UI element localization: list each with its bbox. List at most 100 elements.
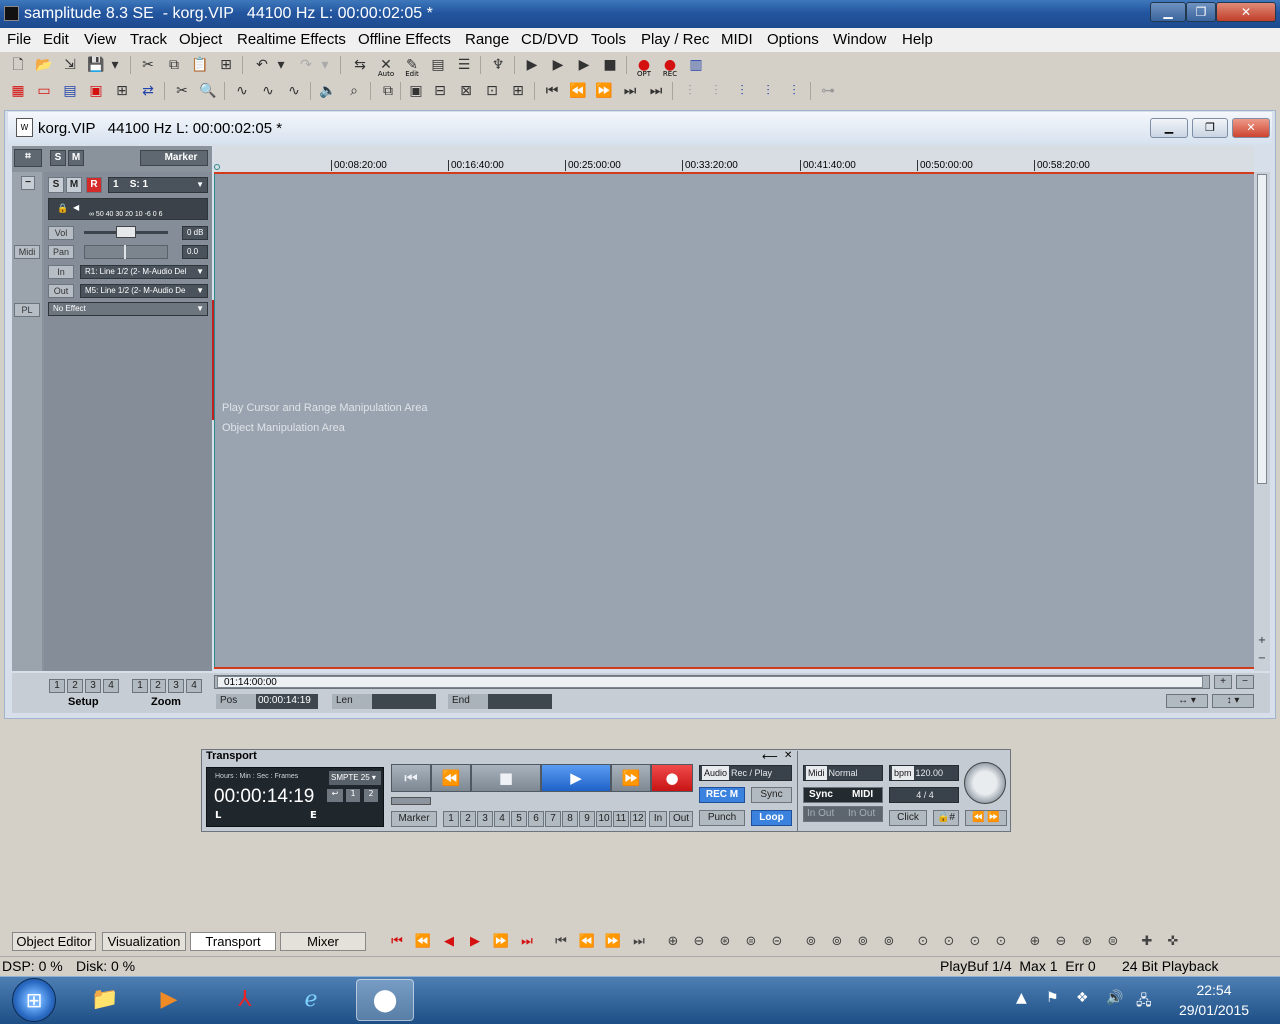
crossfade-icon[interactable]: ⧉ <box>378 81 398 101</box>
track-solo-button[interactable]: S <box>48 177 64 193</box>
loop-button[interactable]: Loop <box>751 810 792 826</box>
track-record-button[interactable]: R <box>86 177 102 193</box>
prev-marker-icon[interactable]: ⏪ <box>568 81 588 101</box>
save-dropdown-icon[interactable]: ▾ <box>108 55 122 75</box>
scroll-back-icon[interactable]: ⏪ <box>576 932 598 952</box>
play-from-start-icon[interactable]: ▶ <box>522 55 542 75</box>
marker-12-button[interactable]: 12 <box>630 811 646 827</box>
zoom-button[interactable]: 2 <box>150 679 166 693</box>
menu-midi[interactable]: MIDI <box>721 31 753 48</box>
track-icon[interactable]: ⊞ <box>112 81 132 101</box>
grid-icon[interactable]: ⌗ <box>14 149 42 167</box>
explorer-icon[interactable]: 📁 <box>76 979 134 1021</box>
tray-expand-icon[interactable]: ▲ <box>1016 990 1027 1006</box>
volume-icon[interactable]: 🔊 <box>1106 990 1123 1006</box>
click-button[interactable]: Click <box>889 810 927 826</box>
marker-6-button[interactable]: 6 <box>528 811 544 827</box>
menu-track[interactable]: Track <box>130 31 167 48</box>
speaker-icon[interactable]: 🔈 <box>318 81 338 101</box>
record-button[interactable]: ● <box>651 764 693 792</box>
stop-button[interactable]: ■ <box>471 764 541 792</box>
range-mode-icon[interactable]: ▦ <box>8 81 28 101</box>
menu-play-rec[interactable]: Play / Rec <box>641 31 709 48</box>
track-height-minus-icon[interactable]: ✜ <box>1162 932 1184 952</box>
shuffle-icon[interactable]: ⇄ <box>138 81 158 101</box>
goto-start-nav-icon[interactable]: ⏮ <box>386 932 408 952</box>
marker-7-button[interactable]: 7 <box>545 811 561 827</box>
menu-edit[interactable]: Edit <box>43 31 69 48</box>
zoom-button[interactable]: 4 <box>186 679 202 693</box>
rewind-button[interactable]: ⏪ <box>431 764 471 792</box>
mixer-view-icon[interactable]: ▤ <box>428 55 448 75</box>
time-signature-field[interactable]: 4 / 4 <box>889 787 959 803</box>
sync-midi-panel[interactable]: Sync MIDI <box>803 787 883 803</box>
paste-special-icon[interactable]: ⊞ <box>216 55 236 75</box>
new-file-icon[interactable]: 🗋 <box>8 55 28 75</box>
pl-label[interactable]: PL <box>14 303 40 317</box>
zoom-range-icon[interactable]: ⊜ <box>740 932 762 952</box>
scroll-forward-icon[interactable]: ⏩ <box>602 932 624 952</box>
action-center-icon[interactable]: ⚑ <box>1046 990 1059 1006</box>
vertical-zoom-track-icon[interactable]: ⊜ <box>1102 932 1124 952</box>
marker-5-button[interactable]: 5 <box>511 811 527 827</box>
minimize-button[interactable]: ▁ <box>1150 2 1186 22</box>
undo-dropdown-icon[interactable]: ▾ <box>274 55 288 75</box>
marker-1-button[interactable]: 1 <box>443 811 459 827</box>
play-button[interactable]: ▶ <box>541 764 611 792</box>
samplitude-taskbar-icon[interactable]: ⬤ <box>356 979 414 1021</box>
midi-mode-select[interactable]: Midi Normal <box>803 765 883 781</box>
return-icon[interactable]: ↩ <box>327 789 343 802</box>
auto-icon[interactable]: ✕ Auto <box>376 55 396 78</box>
object-group-icon[interactable]: ⊡ <box>482 81 502 101</box>
edit-icon[interactable]: ✎ Edit <box>402 55 422 78</box>
marker-2-button[interactable]: 2 <box>460 811 476 827</box>
zoom-button[interactable]: 3 <box>168 679 184 693</box>
bpm-field[interactable]: bpm 120.00 <box>889 765 959 781</box>
goto-end-nav-icon[interactable]: ⏭ <box>516 932 538 952</box>
object-ungroup-icon[interactable]: ⊞ <box>508 81 528 101</box>
marker-10-button[interactable]: 10 <box>596 811 612 827</box>
input-select[interactable]: R1: Line 1/2 (2- M-Audio Del ▼ <box>80 265 208 279</box>
zoom-all-icon[interactable]: ⊛ <box>714 932 736 952</box>
marker-out-button[interactable]: Out <box>669 811 693 827</box>
zoom-store-1-icon[interactable]: ⊙ <box>912 932 934 952</box>
doc-close-button[interactable]: ✕ <box>1232 118 1270 138</box>
prev-nav-icon[interactable]: ◀ <box>438 932 460 952</box>
effect-select[interactable]: No Effect ▼ <box>48 302 208 316</box>
menu-offline-effects[interactable]: Offline Effects <box>358 31 451 48</box>
setup-button[interactable]: 1 <box>49 679 65 693</box>
zoom-10m-icon[interactable]: ⊚ <box>878 932 900 952</box>
menu-realtime-effects[interactable]: Realtime Effects <box>237 31 346 48</box>
maximize-button[interactable]: ❐ <box>1186 2 1216 22</box>
save-icon[interactable]: 💾 <box>86 55 106 75</box>
output-select[interactable]: M5: Line 1/2 (2- M-Audio De ▼ <box>80 284 208 298</box>
marker-set-icon[interactable]: ⫶ <box>732 81 752 101</box>
zoom-in-horizontal-button[interactable]: + <box>1214 675 1232 689</box>
time-display-1[interactable]: 1 <box>346 789 360 802</box>
horizontal-zoom-select[interactable]: ↔ ▾ <box>1166 694 1208 708</box>
zoom-1s-icon[interactable]: ⊚ <box>800 932 822 952</box>
pan-slider[interactable] <box>84 245 168 259</box>
time-display-2[interactable]: 2 <box>364 789 378 802</box>
marker-in-button[interactable]: In <box>649 811 667 827</box>
menu-options[interactable]: Options <box>767 31 819 48</box>
select-all-icon[interactable]: ▣ <box>86 81 106 101</box>
system-clock[interactable]: 22:54 29/01/2015 <box>1164 980 1264 1020</box>
zoom-60s-icon[interactable]: ⊚ <box>852 932 874 952</box>
tab-mixer[interactable]: Mixer <box>280 932 366 951</box>
menu-file[interactable]: File <box>7 31 31 48</box>
lock-grid-icon[interactable]: 🔒# <box>933 810 959 826</box>
locator-e[interactable]: E <box>310 810 317 821</box>
track-edit-area[interactable]: Play Cursor and Range Manipulation Area … <box>212 172 1254 669</box>
zoom-10s-icon[interactable]: ⊚ <box>826 932 848 952</box>
fast-forward-icon[interactable]: ⏭ <box>646 81 666 101</box>
audio-mode-select[interactable]: Audio Rec / Play <box>699 765 792 781</box>
volume-slider-handle[interactable] <box>116 226 136 238</box>
end-field[interactable]: End <box>448 694 552 709</box>
dropbox-icon[interactable]: ❖ <box>1076 990 1089 1006</box>
network-icon[interactable]: 🖧 <box>1136 990 1152 1014</box>
scroll-start-icon[interactable]: ⏮ <box>550 932 572 952</box>
zoom-tool-icon[interactable]: 🔍 <box>198 81 218 101</box>
object-mode-icon[interactable]: ▭ <box>34 81 54 101</box>
in-out-panel[interactable]: In Out In Out <box>803 806 883 822</box>
